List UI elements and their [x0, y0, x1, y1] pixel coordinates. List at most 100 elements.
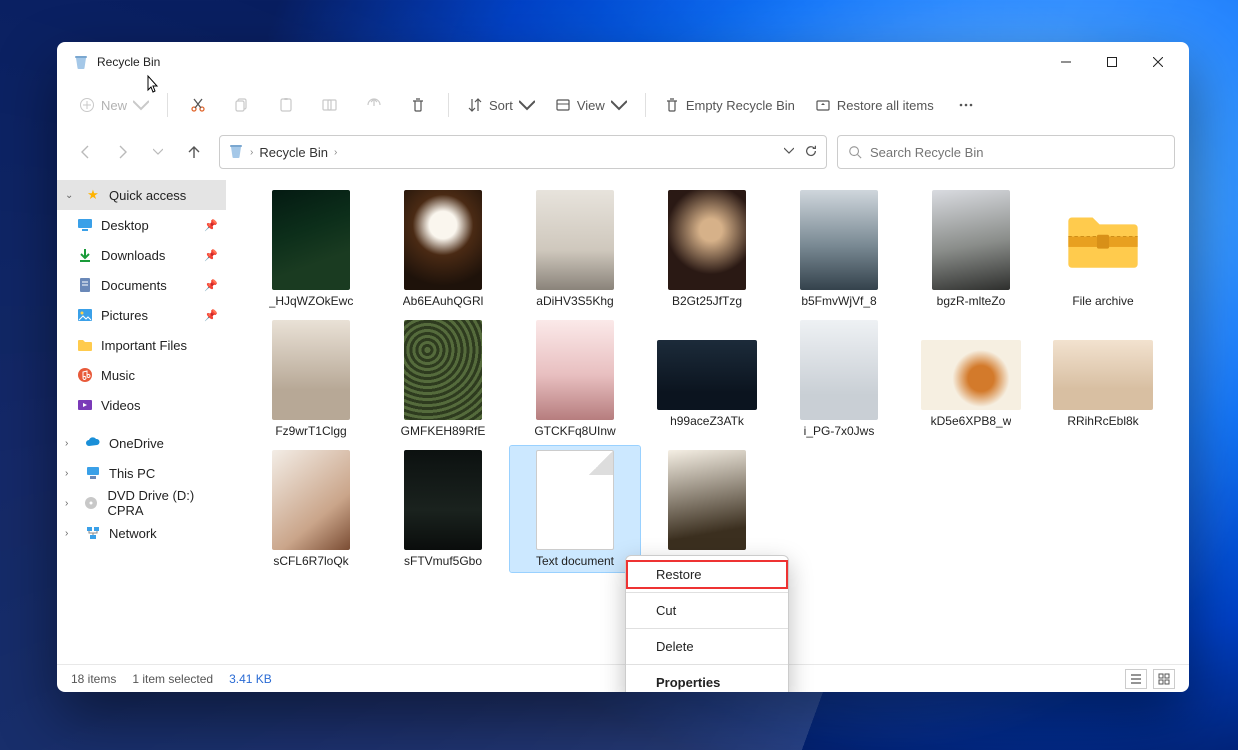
sidebar-group[interactable]: ›OneDrive	[57, 428, 226, 458]
sidebar-group[interactable]: ›This PC	[57, 458, 226, 488]
more-button[interactable]	[946, 89, 986, 121]
sort-label: Sort	[489, 98, 513, 113]
text-file-icon	[536, 450, 614, 550]
separator	[626, 592, 788, 593]
search-input[interactable]	[870, 145, 1164, 160]
sidebar-group[interactable]: ›DVD Drive (D:) CPRA	[57, 488, 226, 518]
context-cut[interactable]: Cut	[626, 596, 788, 625]
sort-button[interactable]: Sort	[459, 89, 543, 121]
status-count: 18 items	[71, 672, 116, 686]
file-tile[interactable]: GTCKFq8UInw	[510, 316, 640, 442]
image-thumbnail	[800, 320, 878, 420]
file-tile[interactable]: aDiHV3S5Khg	[510, 186, 640, 312]
recent-button[interactable]	[143, 137, 173, 167]
address-bar[interactable]: › Recycle Bin ›	[219, 135, 827, 169]
empty-label: Empty Recycle Bin	[686, 98, 795, 113]
chevron-right-icon[interactable]: ›	[334, 147, 337, 158]
file-tile[interactable]: B2Gt25JfTzg	[642, 186, 772, 312]
file-tile[interactable]: item18	[642, 446, 772, 572]
new-button[interactable]: New	[71, 89, 157, 121]
icons-view-button[interactable]	[1153, 669, 1175, 689]
toolbar: New Sort View Empty Recycle Bin Restore …	[57, 82, 1189, 128]
image-thumbnail	[932, 190, 1010, 290]
sidebar-item[interactable]: Important Files	[57, 330, 226, 360]
folder-icon	[77, 397, 93, 413]
sidebar-item[interactable]: Videos	[57, 390, 226, 420]
file-name: sCFL6R7loQk	[273, 554, 348, 568]
file-tile[interactable]: bgzR-mlteZo	[906, 186, 1036, 312]
image-thumbnail	[272, 320, 350, 420]
context-restore[interactable]: Restore	[626, 560, 788, 589]
image-thumbnail	[404, 450, 482, 550]
sidebar-item[interactable]: Documents📌	[57, 270, 226, 300]
image-thumbnail	[536, 320, 614, 420]
sidebar-item[interactable]: Music	[57, 360, 226, 390]
folder-icon	[77, 247, 93, 263]
status-bar: 18 items 1 item selected 3.41 KB	[57, 664, 1189, 692]
file-tile[interactable]: Text document	[510, 446, 640, 572]
details-view-button[interactable]	[1125, 669, 1147, 689]
context-properties[interactable]: Properties	[626, 668, 788, 692]
file-tile[interactable]: h99aceZ3ATk	[642, 316, 772, 442]
cut-button[interactable]	[178, 89, 218, 121]
file-name: bgzR-mlteZo	[937, 294, 1006, 308]
back-button[interactable]	[71, 137, 101, 167]
file-tile[interactable]: GMFKEH89RfE	[378, 316, 508, 442]
sidebar: ⌄ ★ Quick access Desktop📌Downloads📌Docum…	[57, 176, 226, 664]
separator	[626, 628, 788, 629]
file-name: b5FmvWjVf_8	[801, 294, 876, 308]
restore-all-button[interactable]: Restore all items	[807, 89, 942, 121]
image-thumbnail	[668, 450, 746, 550]
pin-icon: 📌	[204, 279, 218, 292]
sidebar-item[interactable]: Pictures📌	[57, 300, 226, 330]
minimize-button[interactable]	[1043, 46, 1089, 78]
search-box[interactable]	[837, 135, 1175, 169]
drive-icon	[85, 435, 101, 451]
empty-recycle-bin-button[interactable]: Empty Recycle Bin	[656, 89, 803, 121]
sidebar-item[interactable]: Desktop📌	[57, 210, 226, 240]
file-tile[interactable]: sFTVmuf5Gbo	[378, 446, 508, 572]
refresh-button[interactable]	[804, 144, 818, 161]
file-tile[interactable]: b5FmvWjVf_8	[774, 186, 904, 312]
file-tile[interactable]: _HJqWZOkEwc	[246, 186, 376, 312]
sidebar-group[interactable]: ›Network	[57, 518, 226, 548]
image-thumbnail	[668, 190, 746, 290]
rename-button[interactable]	[310, 89, 350, 121]
file-tile[interactable]: i_PG-7x0Jws	[774, 316, 904, 442]
sidebar-item-label: Music	[101, 368, 135, 383]
chevron-down-icon: ⌄	[65, 190, 77, 201]
delete-button[interactable]	[398, 89, 438, 121]
chevron-right-icon: ›	[65, 468, 77, 479]
sidebar-quick-access[interactable]: ⌄ ★ Quick access	[57, 180, 226, 210]
view-button[interactable]: View	[547, 89, 635, 121]
status-size: 3.41 KB	[229, 672, 272, 686]
file-tile[interactable]: Ab6EAuhQGRl	[378, 186, 508, 312]
file-name: i_PG-7x0Jws	[804, 424, 875, 438]
file-name: GMFKEH89RfE	[401, 424, 486, 438]
titlebar[interactable]: Recycle Bin	[57, 42, 1189, 82]
sidebar-item-label: Important Files	[101, 338, 187, 353]
breadcrumb-location[interactable]: Recycle Bin	[259, 145, 328, 160]
sidebar-item-label: Desktop	[101, 218, 149, 233]
status-selection: 1 item selected	[132, 672, 213, 686]
context-delete[interactable]: Delete	[626, 632, 788, 661]
share-button[interactable]	[354, 89, 394, 121]
window-title: Recycle Bin	[97, 55, 160, 69]
chevron-down-icon[interactable]	[784, 144, 794, 161]
file-tile[interactable]: sCFL6R7loQk	[246, 446, 376, 572]
file-tile[interactable]: kD5e6XPB8_w	[906, 316, 1036, 442]
view-label: View	[577, 98, 605, 113]
sidebar-item[interactable]: Downloads📌	[57, 240, 226, 270]
file-tile[interactable]: Fz9wrT1Clgg	[246, 316, 376, 442]
copy-button[interactable]	[222, 89, 262, 121]
file-name: sFTVmuf5Gbo	[404, 554, 482, 568]
drive-icon	[83, 495, 99, 511]
file-tile[interactable]: RRihRcEbl8k	[1038, 316, 1168, 442]
forward-button[interactable]	[107, 137, 137, 167]
chevron-right-icon[interactable]: ›	[250, 147, 253, 158]
maximize-button[interactable]	[1089, 46, 1135, 78]
file-tile[interactable]: File archive	[1038, 186, 1168, 312]
paste-button[interactable]	[266, 89, 306, 121]
up-button[interactable]	[179, 137, 209, 167]
close-button[interactable]	[1135, 46, 1181, 78]
